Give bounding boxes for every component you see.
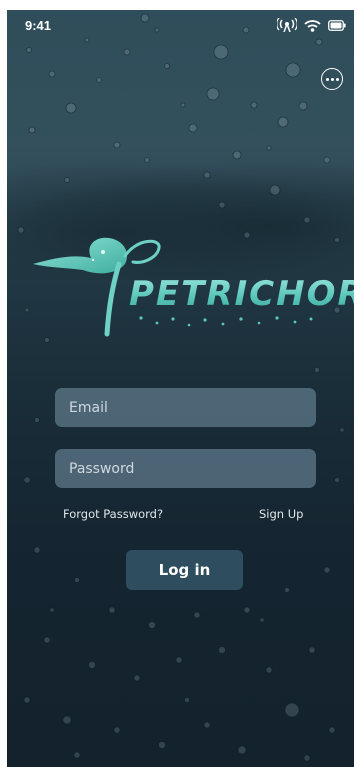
logo-drips xyxy=(139,316,313,327)
more-options-icon[interactable] xyxy=(321,68,343,90)
wifi-icon xyxy=(304,19,321,32)
password-input[interactable] xyxy=(55,449,316,488)
logo-text: PETRICHOR xyxy=(129,274,354,314)
status-time: 9:41 xyxy=(25,18,52,33)
antenna-icon xyxy=(277,18,297,32)
app-screen: 9:41 PETRICHOR Email Forgot Password? Si… xyxy=(7,10,354,767)
forgot-password-link[interactable]: Forgot Password? xyxy=(63,507,163,521)
status-icons xyxy=(277,18,346,32)
login-button[interactable]: Log in xyxy=(126,550,243,590)
sign-up-link[interactable]: Sign Up xyxy=(259,507,303,521)
brand-logo: PETRICHOR xyxy=(33,234,354,346)
battery-icon xyxy=(328,19,346,31)
status-bar: 9:41 xyxy=(7,10,354,46)
email-input[interactable] xyxy=(55,388,316,427)
